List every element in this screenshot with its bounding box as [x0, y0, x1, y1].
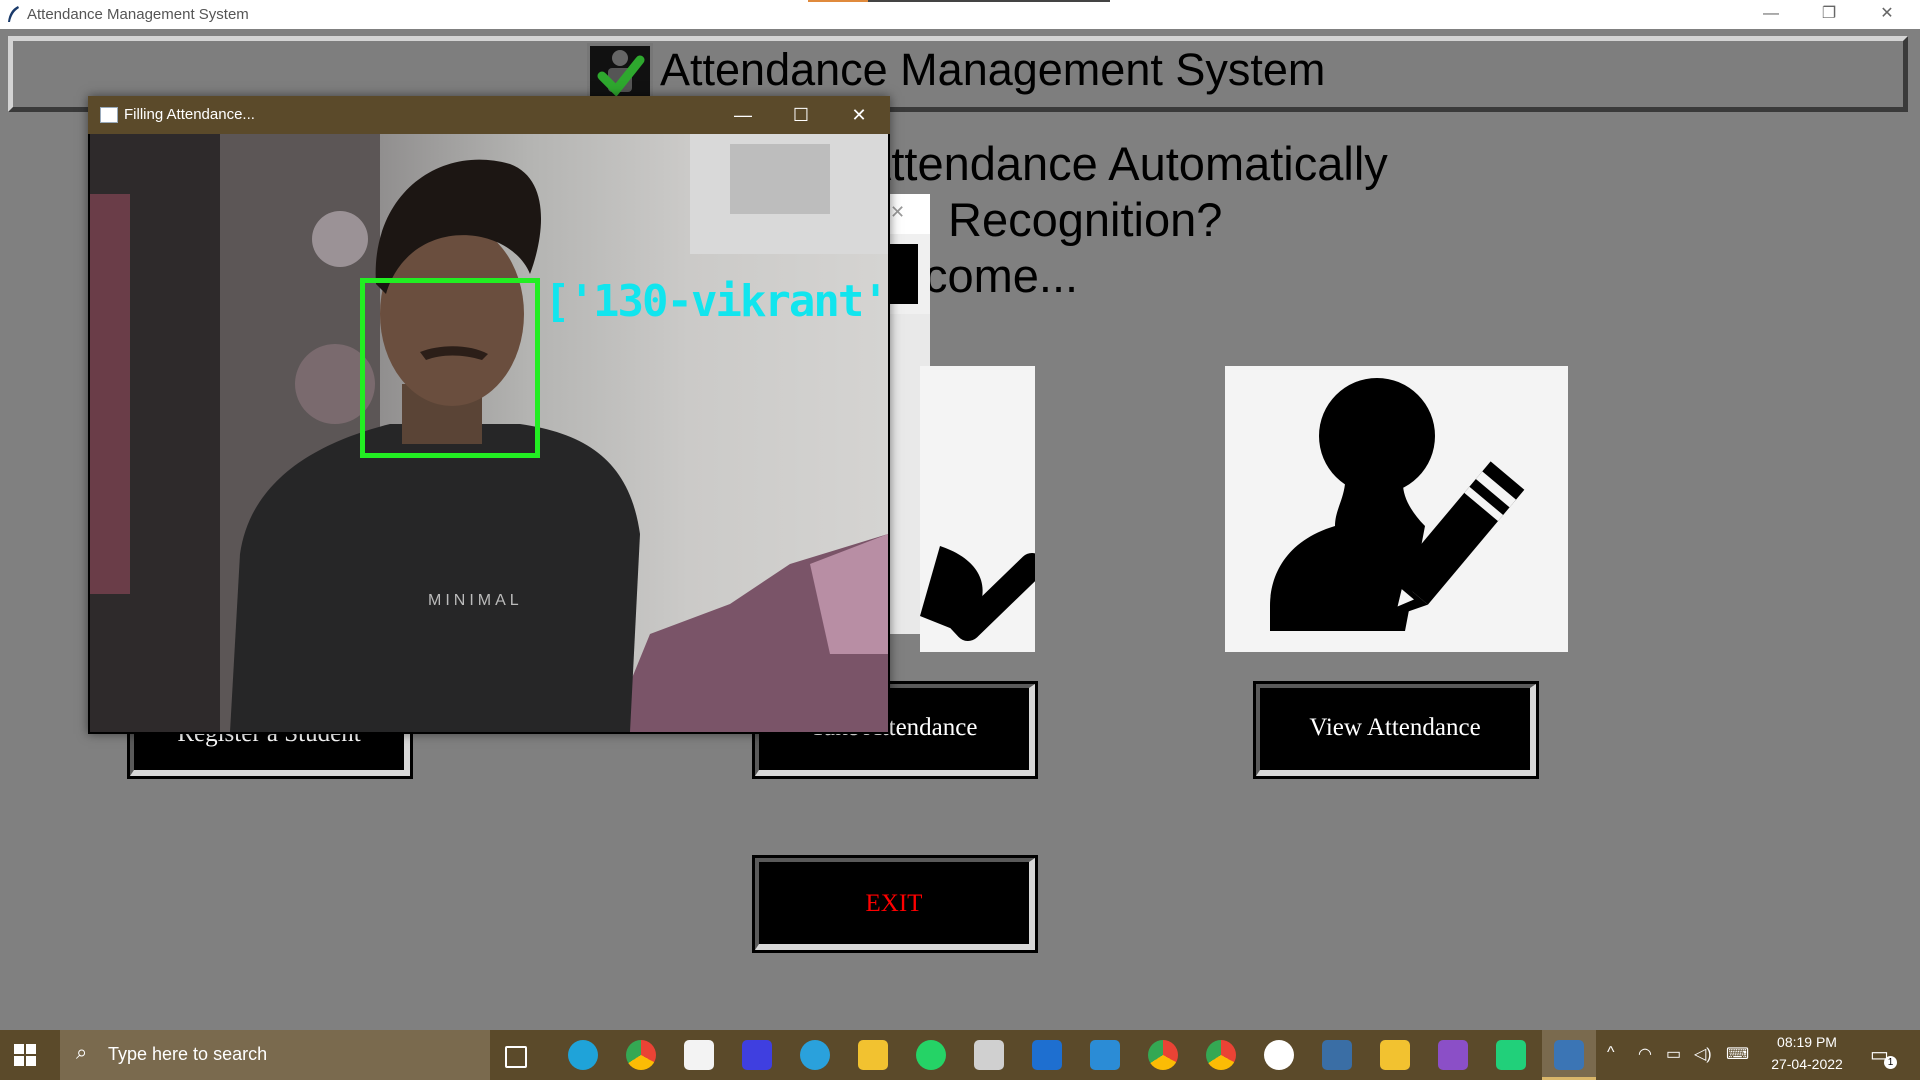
welcome-line-3: come... — [924, 249, 1079, 302]
overlay-minimize-button[interactable]: — — [714, 96, 772, 134]
search-icon: ⌕ — [76, 1042, 88, 1064]
welcome-line-1: Attendance Automatically — [860, 137, 1388, 190]
attendance-check-icon — [920, 546, 1045, 641]
battery-icon[interactable]: ▭ — [1666, 1044, 1681, 1064]
telegram-icon[interactable] — [800, 1040, 830, 1070]
clock-date[interactable]: 27-04-2022 — [1762, 1056, 1852, 1072]
azure-icon[interactable] — [1032, 1040, 1062, 1070]
face-detection-box — [360, 278, 540, 458]
chrome-profile-icon[interactable] — [1148, 1040, 1178, 1070]
microsoft-store-icon[interactable] — [684, 1040, 714, 1070]
pen-app-icon[interactable] — [742, 1040, 772, 1070]
wifi-icon[interactable]: ◠ — [1638, 1044, 1652, 1064]
clock-time[interactable]: 08:19 PM — [1762, 1034, 1852, 1050]
popup-dialog-fragment: ✕ — [886, 194, 930, 234]
overlay-title: Filling Attendance... — [124, 106, 255, 123]
notes-folder-icon[interactable] — [1380, 1040, 1410, 1070]
close-button[interactable]: ✕ — [1858, 0, 1916, 29]
overlay-titlebar[interactable]: Filling Attendance... — ☐ ✕ — [88, 96, 890, 134]
popup-close-icon[interactable]: ✕ — [890, 202, 905, 223]
welcome-line-2: Recognition? — [948, 193, 1223, 246]
visual-studio-icon[interactable] — [1438, 1040, 1468, 1070]
word-app-icon[interactable] — [1264, 1040, 1294, 1070]
windows-start-icon[interactable] — [14, 1044, 36, 1066]
restore-button[interactable]: ❐ — [1800, 0, 1858, 29]
feather-app-icon — [8, 6, 19, 22]
main-window-title: Attendance Management System — [27, 6, 249, 23]
search-placeholder: Type here to search — [108, 1044, 268, 1064]
checkmark-logo-icon — [587, 43, 653, 103]
recognized-student-label: ['130-vikrant' '13 — [544, 276, 890, 327]
minimize-button[interactable]: — — [1742, 0, 1800, 29]
user-edit-icon — [1270, 378, 1525, 631]
edge-browser-icon[interactable] — [568, 1040, 598, 1070]
python-app-active-tab[interactable] — [1542, 1030, 1596, 1080]
window-app-icon — [100, 107, 118, 123]
page-title: Attendance Management System — [660, 44, 1326, 95]
main-window-titlebar: Attendance Management System — ❐ ✕ — [0, 0, 1920, 29]
taskbar-search-box[interactable]: ⌕ Type here to search — [60, 1030, 490, 1080]
mysql-workbench-icon[interactable] — [1322, 1040, 1352, 1070]
view-attendance-button[interactable]: View Attendance — [1253, 681, 1539, 779]
vscode-icon[interactable] — [1090, 1040, 1120, 1070]
overlay-close-button[interactable]: ✕ — [830, 96, 888, 134]
exit-button[interactable]: EXIT — [752, 855, 1038, 953]
title-progress-indicator — [808, 0, 1110, 2]
overlay-maximize-button[interactable]: ☐ — [772, 96, 830, 134]
keyboard-icon[interactable]: ⌨ — [1726, 1044, 1749, 1064]
virtualbox-cube-icon[interactable] — [974, 1040, 1004, 1070]
take-attendance-image[interactable] — [920, 366, 1045, 652]
volume-icon[interactable]: ◁) — [1694, 1044, 1712, 1064]
filling-attendance-window[interactable]: Filling Attendance... — ☐ ✕ MINIMAL ['13… — [88, 96, 890, 734]
shirt-print: MINIMAL — [428, 592, 523, 609]
chevron-up-icon[interactable]: ^ — [1607, 1044, 1615, 1062]
view-attendance-image[interactable] — [1225, 366, 1568, 652]
file-explorer-icon[interactable] — [858, 1040, 888, 1070]
python-icon — [1554, 1040, 1584, 1070]
pycharm-icon[interactable] — [1496, 1040, 1526, 1070]
task-view-icon[interactable] — [505, 1046, 527, 1068]
popup-dialog-body — [886, 234, 930, 314]
whatsapp-icon[interactable] — [916, 1040, 946, 1070]
chrome-icon[interactable] — [626, 1040, 656, 1070]
notification-count-badge: 1 — [1884, 1056, 1897, 1069]
chrome-profile-2-icon[interactable] — [1206, 1040, 1236, 1070]
